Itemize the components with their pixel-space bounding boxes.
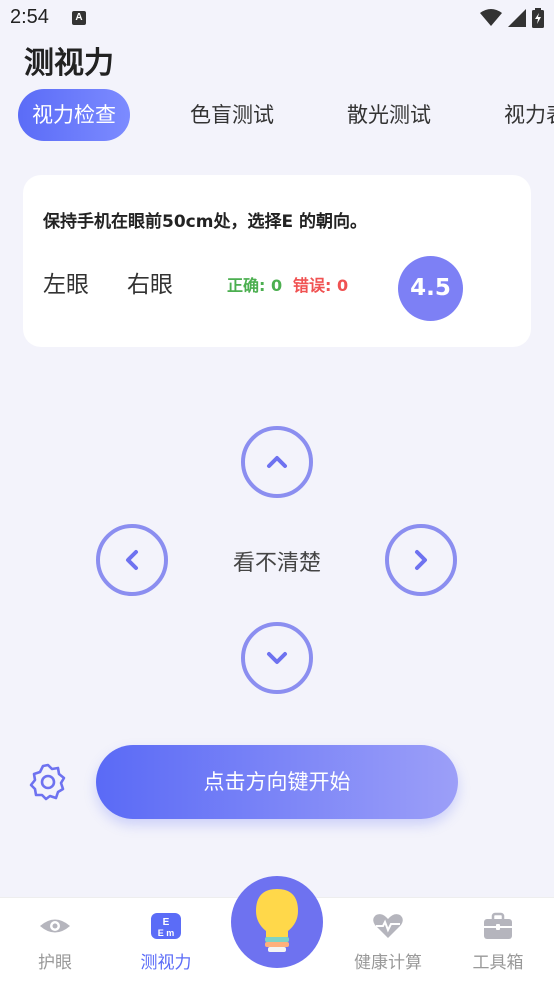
chevron-down-icon [267,652,287,664]
wrong-count: 错误: 0 [293,276,349,295]
correct-count: 正确: 0 [227,276,283,295]
chevron-up-icon [267,456,287,468]
toolbox-icon [484,912,512,939]
battery-icon [532,8,544,28]
tab-astigmatism-test[interactable]: 散光测试 [347,89,431,141]
status-time: 2:54 [10,6,49,28]
nav-label-vision-test: 测视力 [140,953,192,973]
tab-bar: 视力检查 色盲测试 散光测试 视力表 [18,89,554,141]
tab-color-blind-test[interactable]: 色盲测试 [190,89,274,141]
left-eye-toggle[interactable]: 左眼 [43,265,89,299]
page-title: 测视力 [24,46,114,81]
start-button[interactable]: 点击方向键开始 [96,745,458,819]
chevron-left-icon [126,550,138,570]
heart-pulse-icon [373,914,403,938]
eye-icon [40,919,70,933]
cant-see-button[interactable]: 看不清楚 [228,545,326,577]
direction-up-button[interactable] [241,426,313,498]
gear-icon [29,763,66,801]
nav-label-eye-care: 护眼 [38,953,72,973]
instruction-text: 保持手机在眼前50cm处，选择E 的朝向。 [43,212,367,232]
direction-left-button[interactable] [96,524,168,596]
nav-item-eye-care[interactable]: 护眼 [0,898,110,984]
nav-label-health-calc: 健康计算 [354,953,422,973]
vision-score-badge: 4.5 [398,256,463,321]
test-info-card: 保持手机在眼前50cm处，选择E 的朝向。 左眼 右眼 正确: 0 错误: 0 … [23,175,531,347]
status-bar: 2:54 A [0,0,554,36]
svg-text:E m: E m [158,928,175,938]
nav-label-toolbox: 工具箱 [472,953,524,973]
eye-chart-icon: E E m [151,913,181,939]
status-icons [480,8,544,28]
svg-text:E: E [163,917,170,928]
right-eye-toggle[interactable]: 右眼 [127,265,173,299]
nav-item-health-calc[interactable]: 健康计算 [333,898,443,984]
chevron-right-icon [415,550,427,570]
tab-vision-chart[interactable]: 视力表 [504,89,554,141]
signal-icon [508,9,526,27]
nav-item-vision-test[interactable]: E E m 测视力 [111,898,221,984]
nav-item-toolbox[interactable]: 工具箱 [443,898,553,984]
lightbulb-icon [256,889,298,952]
wifi-icon [480,9,502,26]
tab-vision-check[interactable]: 视力检查 [18,89,130,141]
direction-right-button[interactable] [385,524,457,596]
direction-down-button[interactable] [241,622,313,694]
settings-button[interactable] [28,762,68,802]
center-tip-button[interactable] [231,876,323,968]
notification-a-icon: A [72,11,86,25]
